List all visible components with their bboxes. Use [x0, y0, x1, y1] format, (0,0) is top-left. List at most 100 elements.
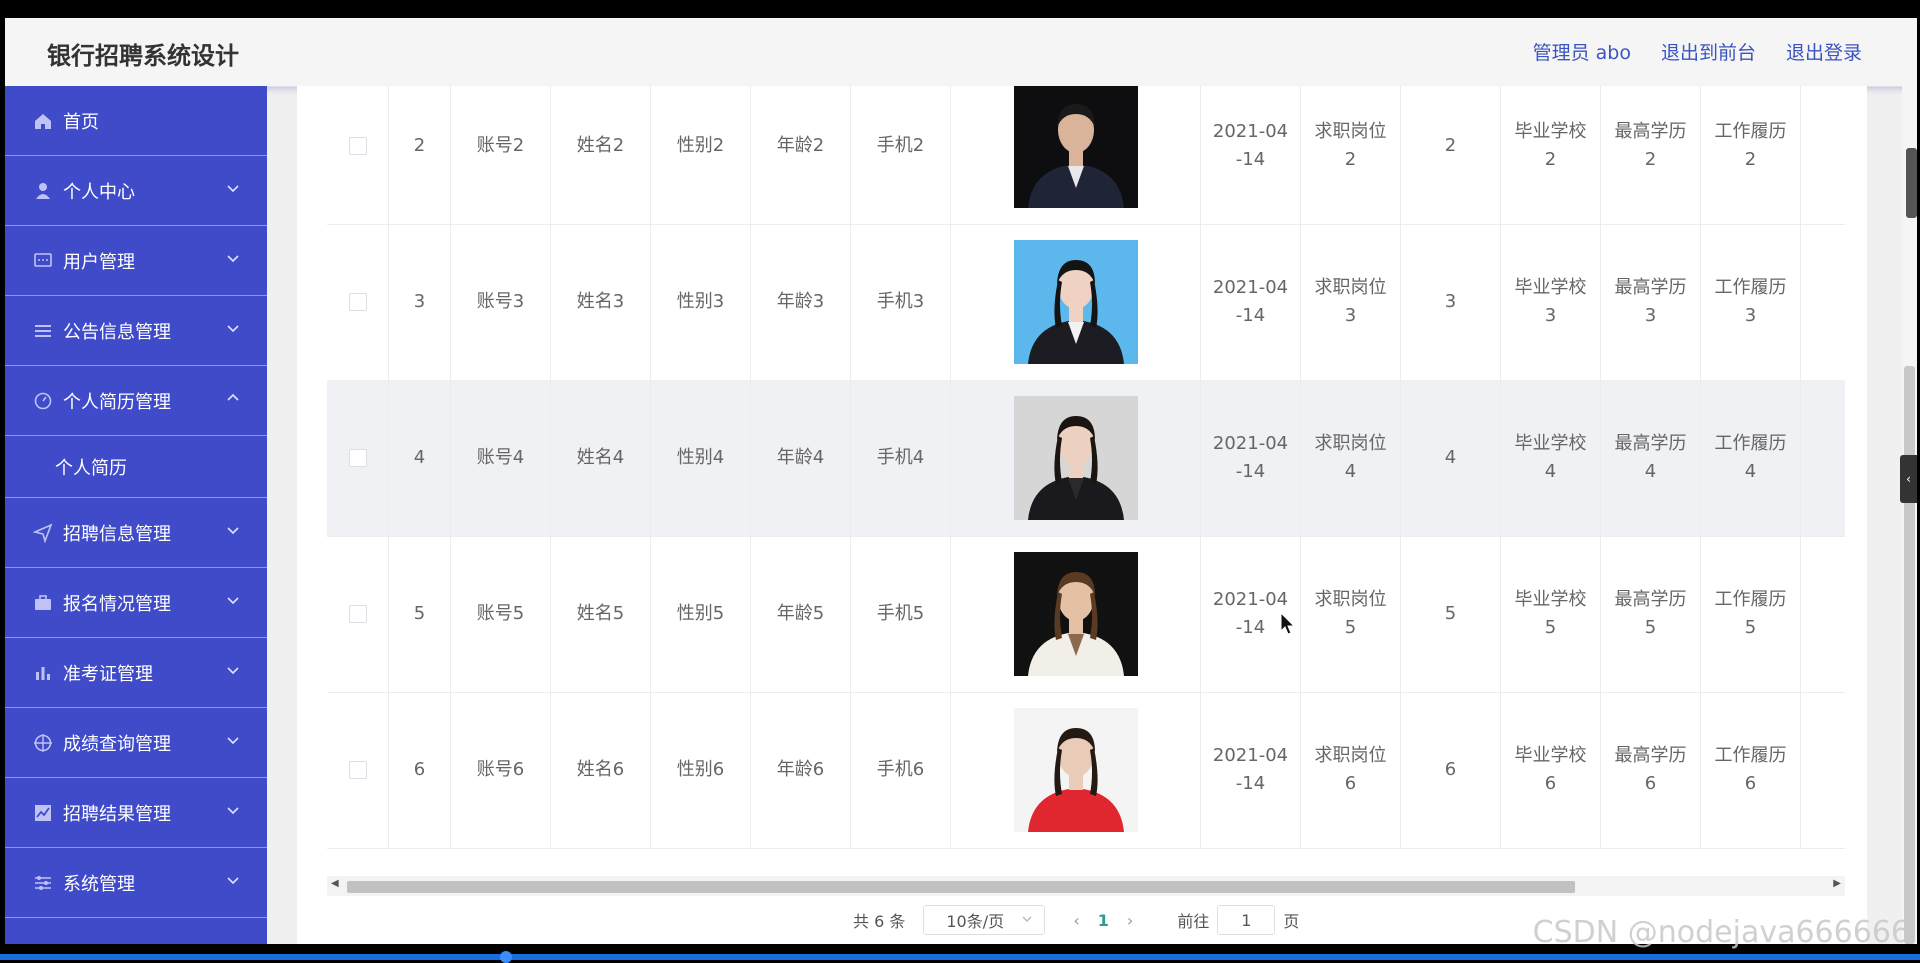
sidebar-item-label: 招聘结果管理: [63, 803, 171, 825]
row-select-cell: [327, 692, 389, 848]
sidebar-item-4[interactable]: 个人简历管理: [5, 366, 267, 436]
row-select-cell: [327, 536, 389, 692]
row-checkbox[interactable]: [348, 449, 367, 467]
cell-school: 毕业学校 4: [1501, 380, 1601, 536]
cell-account: 账号4: [451, 380, 551, 536]
actions-cell: [1801, 224, 1845, 380]
logout-link[interactable]: 退出登录: [1786, 38, 1862, 65]
target-icon: [33, 733, 53, 753]
cell-phone: 手机3: [851, 224, 951, 380]
page-size-select[interactable]: 10条/页: [923, 905, 1046, 935]
sidebar-item-2[interactable]: 用户管理: [5, 226, 267, 296]
sidebar-item-9[interactable]: 招聘结果管理: [5, 778, 267, 848]
total-count: 共 6 条: [853, 912, 906, 931]
cell-id: 4: [389, 380, 451, 536]
row-select-cell: [327, 380, 389, 536]
chevron-down-icon: [227, 255, 239, 263]
cell-work: 工作履历 3: [1701, 224, 1801, 380]
avatar: [1013, 240, 1138, 364]
sidebar-item-8[interactable]: 成绩查询管理: [5, 708, 267, 778]
sidebar-item-label: 个人简历管理: [63, 391, 171, 413]
cell-date: 2021-04 -14: [1201, 692, 1301, 848]
chevron-down-icon: [227, 807, 239, 815]
sidebar-item-10[interactable]: 系统管理: [5, 848, 267, 918]
actions-cell: [1801, 536, 1845, 692]
row-checkbox[interactable]: [348, 137, 367, 155]
cell-date: 2021-04 -14: [1201, 224, 1301, 380]
chat-icon: [33, 251, 53, 271]
cell-phone: 手机6: [851, 692, 951, 848]
app-title: 银行招聘系统设计: [47, 42, 239, 70]
cell-job: 求职岗位 5: [1301, 536, 1401, 692]
actions-cell: [1801, 692, 1845, 848]
vscroll-thumb[interactable]: [1904, 366, 1915, 944]
scroll-thumb[interactable]: [347, 881, 1575, 893]
cell-account: 账号2: [451, 86, 551, 224]
table-row[interactable]: 2 账号2 姓名2 性别2 年龄2 手机2 2021-04 -14 求职岗位 2 2 毕业学校 2…: [327, 86, 1845, 225]
cell-num: 4: [1401, 380, 1501, 536]
cell-id: 6: [389, 692, 451, 848]
sidebar-item-0[interactable]: 首页: [5, 86, 267, 156]
sidebar-item-label: 招聘信息管理: [63, 523, 171, 545]
chevron-down-icon: [227, 877, 239, 885]
mouse-cursor-icon: [1280, 612, 1296, 635]
chevron-down-icon: [227, 597, 239, 605]
page-suffix: 页: [1283, 912, 1300, 931]
cell-age: 年龄5: [751, 536, 851, 692]
sidebar-item-label: 公告信息管理: [63, 321, 171, 343]
sidebar-item-3[interactable]: 公告信息管理: [5, 296, 267, 366]
scroll-right-icon[interactable]: ▶: [1833, 878, 1841, 889]
current-page[interactable]: 1: [1098, 911, 1109, 930]
cell-gender: 性别4: [651, 380, 751, 536]
side-collapse-tab[interactable]: ‹: [1900, 455, 1917, 503]
cell-school: 毕业学校 5: [1501, 536, 1601, 692]
avatar: [1013, 708, 1138, 832]
chevron-down-icon: [227, 667, 239, 675]
table-row[interactable]: 3 账号3 姓名3 性别3 年龄3 手机3 2021-04 -14 求职岗位 3 3 毕业学校 3…: [327, 224, 1845, 381]
row-checkbox[interactable]: [348, 761, 367, 779]
cell-num: 6: [1401, 692, 1501, 848]
chevron-up-icon: [227, 393, 239, 401]
goto-page-input[interactable]: [1217, 905, 1276, 935]
cell-name: 姓名2: [551, 86, 651, 224]
sidebar-item-1[interactable]: 个人中心: [5, 156, 267, 226]
horizontal-scrollbar[interactable]: ◀ ▶: [327, 876, 1845, 896]
photo-cell: [951, 380, 1201, 536]
cell-age: 年龄2: [751, 86, 851, 224]
user-icon: [33, 181, 53, 201]
photo-cell: [951, 692, 1201, 848]
page-size-value: 10条/页: [946, 912, 1005, 931]
cell-name: 姓名3: [551, 224, 651, 380]
sidebar-item-label: 系统管理: [63, 873, 135, 895]
sidebar-item-label: 个人中心: [63, 181, 135, 203]
sidebar-menu: 首页个人中心用户管理公告信息管理 个人简历管理个人简历招聘信息管理报名情况管理 准考…: [5, 86, 267, 944]
cell-age: 年龄6: [751, 692, 851, 848]
photo-cell: [951, 224, 1201, 380]
cell-age: 年龄4: [751, 380, 851, 536]
row-checkbox[interactable]: [348, 605, 367, 623]
table-row[interactable]: 4 账号4 姓名4 性别4 年龄4 手机4 2021-04 -14 求职岗位 4 4 毕业学校 4…: [327, 380, 1845, 537]
sidebar-item-label: 首页: [63, 111, 99, 133]
floating-widget[interactable]: [1906, 148, 1917, 218]
sidebar-item-5[interactable]: 招聘信息管理: [5, 498, 267, 568]
cell-work: 工作履历 6: [1701, 692, 1801, 848]
chevron-down-icon: [227, 185, 239, 193]
cell-id: 5: [389, 536, 451, 692]
sidebar-item-7[interactable]: 准考证管理: [5, 638, 267, 708]
top-actions: 管理员 abo 退出到前台 退出登录: [1533, 38, 1862, 65]
sidebar-item-6[interactable]: 报名情况管理: [5, 568, 267, 638]
scroll-left-icon[interactable]: ◀: [331, 878, 339, 889]
sidebar-subitem-resume[interactable]: 个人简历: [5, 436, 267, 498]
admin-user-link[interactable]: 管理员 abo: [1533, 38, 1631, 65]
goto-label: 前往: [1177, 912, 1210, 931]
table-row[interactable]: 6 账号6 姓名6 性别6 年龄6 手机6 2021-04 -14 求职岗位 6 6 毕业学校 6…: [327, 692, 1845, 849]
cell-num: 3: [1401, 224, 1501, 380]
prev-page-icon[interactable]: ‹: [1073, 911, 1079, 930]
table-row[interactable]: 5 账号5 姓名5 性别5 年龄5 手机5 2021-04 -14 求职岗位 5 5 毕业学校 5…: [327, 536, 1845, 693]
exit-to-front-link[interactable]: 退出到前台: [1661, 38, 1756, 65]
avatar: [1013, 86, 1138, 208]
next-page-icon[interactable]: ›: [1127, 911, 1133, 930]
cell-id: 3: [389, 224, 451, 380]
cell-job: 求职岗位 2: [1301, 86, 1401, 224]
row-checkbox[interactable]: [348, 293, 367, 311]
